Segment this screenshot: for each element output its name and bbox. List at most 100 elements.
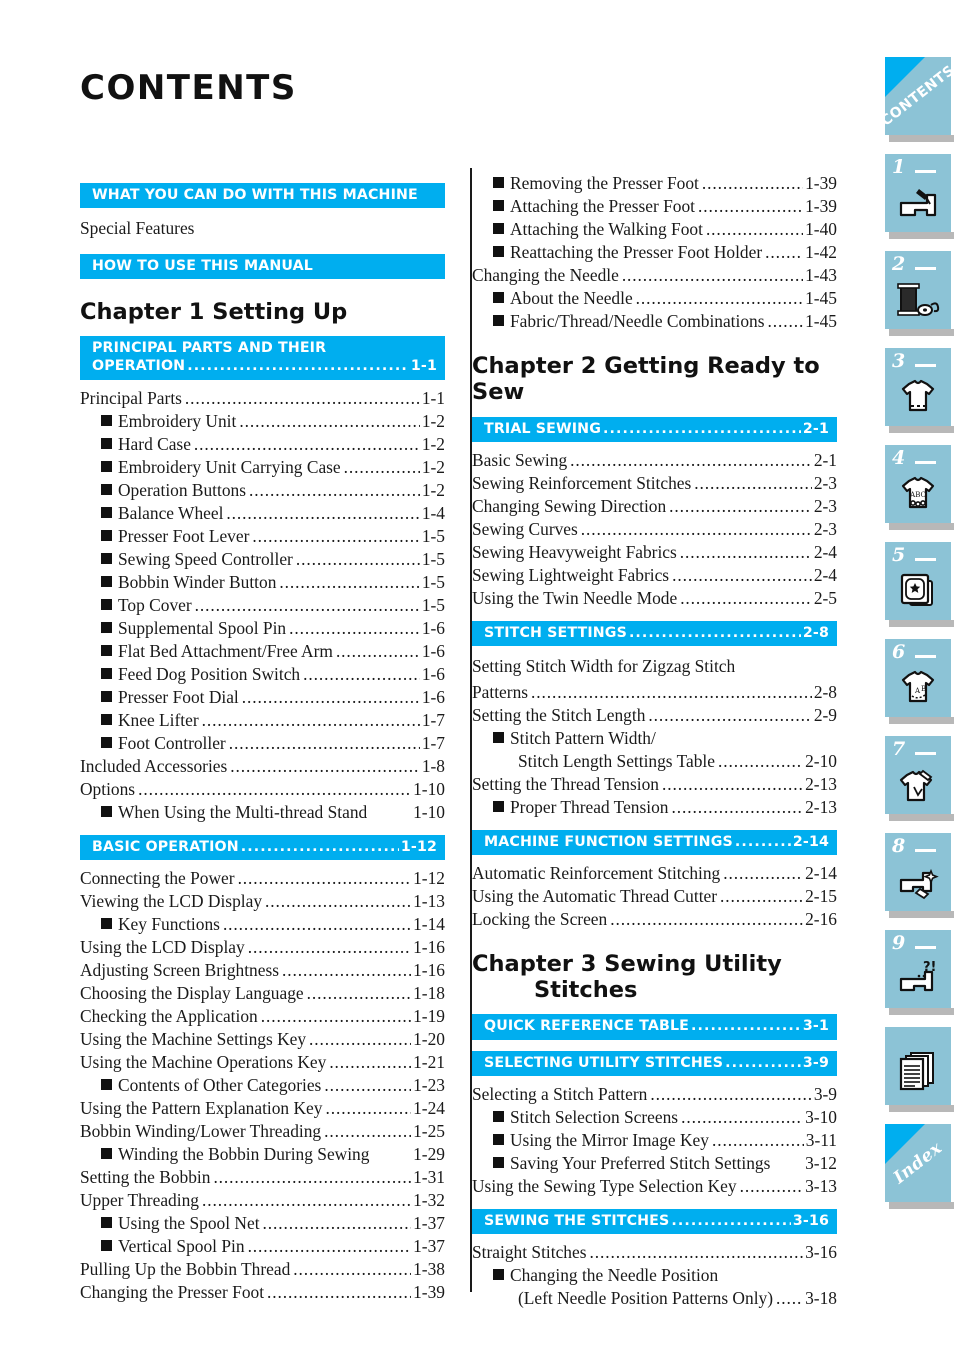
toc-entry-changing-sewing-direction[interactable]: Changing Sewing Direction...............… [472, 495, 837, 518]
square-bullet-icon [493, 1156, 504, 1168]
leader-dots: ........................................… [765, 242, 803, 263]
toc-entry-proper-thread-tension[interactable]: Proper Thread Tension...................… [472, 796, 837, 819]
toc-entry-included-accessories[interactable]: Included Accessories....................… [80, 755, 445, 778]
toc-entry-basic-sewing[interactable]: Basic Sewing............................… [472, 449, 837, 472]
tab-index[interactable]: Index [885, 1124, 954, 1209]
tab-pages-stack-icon[interactable] [885, 1027, 954, 1112]
toc-entry-bobbin-winding-lower-threading[interactable]: Bobbin Winding/Lower Threading..........… [80, 1120, 445, 1143]
toc-entry-using-the-machine-operations-key[interactable]: Using the Machine Operations Key........… [80, 1051, 445, 1074]
toc-entry-embroidery-unit[interactable]: Embroidery Unit.........................… [80, 410, 445, 433]
toc-entry-options[interactable]: Options.................................… [80, 778, 445, 801]
toc-entry-when-using-the-multi-thread-stand[interactable]: When Using the Multi-thread Stand 1-10 [80, 801, 445, 824]
tab-chapter-9[interactable]: 9 ?! [885, 930, 954, 1015]
toc-entry-stitch-selection-screens[interactable]: Stitch Selection Screens................… [472, 1106, 837, 1129]
tab-chapter-7[interactable]: 7 [885, 736, 954, 821]
toc-entry-top-cover[interactable]: Top Cover...............................… [80, 594, 445, 617]
toc-entry-using-the-spool-net[interactable]: Using the Spool Net.....................… [80, 1212, 445, 1235]
toc-entry-adjusting-screen-brightness[interactable]: Adjusting Screen Brightness.............… [80, 959, 445, 982]
square-bullet-icon [101, 598, 112, 610]
section-header-machine-function-settings[interactable]: MACHINE FUNCTION SETTINGS...............… [472, 829, 837, 855]
section-header-stitch-settings[interactable]: STITCH SETTINGS.........................… [472, 620, 837, 646]
section-header-quick-reference-table[interactable]: QUICK REFERENCE TABLE...................… [472, 1014, 837, 1040]
square-bullet-icon [101, 917, 112, 929]
toc-entry-sewing-speed-controller[interactable]: Sewing Speed Controller.................… [80, 548, 445, 571]
toc-entry-sewing-reinforcement-stitches[interactable]: Sewing Reinforcement Stitches...........… [472, 472, 837, 495]
toc-entry-attaching-the-presser-foot[interactable]: Attaching the Presser Foot..............… [472, 195, 837, 218]
toc-entry-key-functions[interactable]: Key Functions...........................… [80, 913, 445, 936]
toc-entry-feed-dog-position-switch[interactable]: Feed Dog Position Switch................… [80, 663, 445, 686]
toc-entry-stitch-pattern-width[interactable]: Stitch Pattern Width/ [472, 727, 837, 750]
tab-chapter-8[interactable]: 8 [885, 833, 954, 918]
tab-chapter-6[interactable]: 6 A B [885, 639, 954, 724]
toc-entry-attaching-the-walking-foot[interactable]: Attaching the Walking Foot..............… [472, 218, 837, 241]
toc-entry-label: Options [80, 778, 136, 799]
toc-entry-fabric-thread-needle-combinations[interactable]: Fabric/Thread/Needle Combinations.......… [472, 310, 837, 333]
toc-entry-about-the-needle[interactable]: About the Needle........................… [472, 287, 837, 310]
tab-chapter-1[interactable]: 1 [885, 154, 954, 239]
section-header-what-you-can-do-with-this-machine[interactable]: WHAT YOU CAN DO WITH THIS MACHINE [80, 183, 445, 209]
section-header-how-to-use-this-manual[interactable]: HOW TO USE THIS MANUAL [80, 253, 445, 279]
toc-entry-embroidery-unit-carrying-case[interactable]: Embroidery Unit Carrying Case...........… [80, 456, 445, 479]
toc-entry-changing-the-needle[interactable]: Changing the Needle.....................… [472, 264, 837, 287]
tab-chapter-5[interactable]: 5 [885, 542, 954, 627]
toc-entry-using-the-automatic-thread-cutter[interactable]: Using the Automatic Thread Cutter.......… [472, 885, 837, 908]
toc-entry-supplemental-spool-pin[interactable]: Supplemental Spool Pin..................… [80, 617, 445, 640]
leader-dots: ........................................… [531, 681, 812, 702]
toc-entry-principal-parts[interactable]: Principal Parts.........................… [80, 387, 445, 410]
square-bullet-icon [101, 529, 112, 541]
toc-entry-presser-foot-lever[interactable]: Presser Foot Lever......................… [80, 525, 445, 548]
section-header-selecting-utility-stitches[interactable]: SELECTING UTILITY STITCHES..............… [472, 1050, 837, 1076]
toc-entry-winding-the-bobbin-during-sewing[interactable]: Winding the Bobbin During Sewing 1-29 [80, 1143, 445, 1166]
toc-entry-pulling-up-the-bobbin-thread[interactable]: Pulling Up the Bobbin Thread............… [80, 1258, 445, 1281]
toc-entry-connecting-the-power[interactable]: Connecting the Power....................… [80, 867, 445, 890]
toc-entry-flat-bed-attachment-free-arm[interactable]: Flat Bed Attachment/Free Arm............… [80, 640, 445, 663]
tab-chapter-4[interactable]: 4 ABC [885, 445, 954, 530]
toc-entry-using-the-sewing-type-selection-key[interactable]: Using the Sewing Type Selection Key.....… [472, 1175, 837, 1198]
section-header-sewing-the-stitches[interactable]: SEWING THE STITCHES.....................… [472, 1208, 837, 1234]
toc-entry-locking-the-screen[interactable]: Locking the Screen......................… [472, 908, 837, 931]
toc-entry-foot-controller[interactable]: Foot Controller.........................… [80, 732, 445, 755]
tab-contents[interactable]: CONTENTS [878, 57, 954, 142]
toc-entry-straight-stitches[interactable]: Straight Stitches.......................… [472, 1241, 837, 1264]
toc-entry-setting-the-bobbin[interactable]: Setting the Bobbin......................… [80, 1166, 445, 1189]
toc-entry-setting-the-thread-tension[interactable]: Setting the Thread Tension..............… [472, 773, 837, 796]
toc-entry-changing-the-needle-position[interactable]: Changing the Needle Position [472, 1264, 837, 1287]
toc-entry-sewing-curves[interactable]: Sewing Curves...........................… [472, 518, 837, 541]
toc-entry-using-the-machine-settings-key[interactable]: Using the Machine Settings Key..........… [80, 1028, 445, 1051]
toc-entry-automatic-reinforcement-stitching[interactable]: Automatic Reinforcement Stitching.......… [472, 862, 837, 885]
toc-entry-hard-case[interactable]: Hard Case...............................… [80, 433, 445, 456]
toc-entry-setting-the-stitch-length[interactable]: Setting the Stitch Length...............… [472, 704, 837, 727]
toc-entry-contents-of-other-categories[interactable]: Contents of Other Categories............… [80, 1074, 445, 1097]
toc-entry-left-needle-position-patterns-only[interactable]: (Left Needle Position Patterns Only)....… [472, 1287, 837, 1310]
toc-entry-removing-the-presser-foot[interactable]: Removing the Presser Foot...............… [472, 172, 837, 195]
toc-entry-operation-buttons[interactable]: Operation Buttons.......................… [80, 479, 445, 502]
toc-entry-stitch-length-settings-table[interactable]: Stitch Length Settings Table............… [472, 750, 837, 773]
section-header-basic-operation[interactable]: BASIC OPERATION.........................… [80, 834, 445, 860]
toc-entry-vertical-spool-pin[interactable]: Vertical Spool Pin......................… [80, 1235, 445, 1258]
tab-chapter-3[interactable]: 3 [885, 348, 954, 433]
toc-entry-selecting-a-stitch-pattern[interactable]: Selecting a Stitch Pattern..............… [472, 1083, 837, 1106]
toc-entry-page-number: 1-25 [413, 1120, 445, 1141]
toc-entry-balance-wheel[interactable]: Balance Wheel...........................… [80, 502, 445, 525]
tab-number: 9 [892, 932, 906, 954]
toc-entry-using-the-lcd-display[interactable]: Using the LCD Display...................… [80, 936, 445, 959]
toc-entry-knee-lifter[interactable]: Knee Lifter.............................… [80, 709, 445, 732]
toc-entry-changing-the-presser-foot[interactable]: Changing the Presser Foot...............… [80, 1281, 445, 1304]
toc-entry-patterns[interactable]: Patterns................................… [472, 681, 837, 704]
section-header-principal-parts-and-their[interactable]: PRINCIPAL PARTS AND THEIR OPERATION......… [80, 336, 445, 380]
toc-entry-sewing-heavyweight-fabrics[interactable]: Sewing Heavyweight Fabrics..............… [472, 541, 837, 564]
toc-entry-reattaching-the-presser-foot-holder[interactable]: Reattaching the Presser Foot Holder.....… [472, 241, 837, 264]
toc-entry-upper-threading[interactable]: Upper Threading.........................… [80, 1189, 445, 1212]
toc-entry-choosing-the-display-language[interactable]: Choosing the Display Language...........… [80, 982, 445, 1005]
toc-entry-viewing-the-lcd-display[interactable]: Viewing the LCD Display.................… [80, 890, 445, 913]
toc-entry-saving-your-preferred-stitch-settings[interactable]: Saving Your Preferred Stitch Settings 3-1… [472, 1152, 837, 1175]
toc-entry-sewing-lightweight-fabrics[interactable]: Sewing Lightweight Fabrics..............… [472, 564, 837, 587]
toc-entry-using-the-pattern-explanation-key[interactable]: Using the Pattern Explanation Key.......… [80, 1097, 445, 1120]
toc-entry-presser-foot-dial[interactable]: Presser Foot Dial.......................… [80, 686, 445, 709]
section-header-trial-sewing[interactable]: TRIAL SEWING............................… [472, 416, 837, 442]
tab-chapter-2[interactable]: 2 [885, 251, 954, 336]
toc-entry-using-the-mirror-image-key[interactable]: Using the Mirror Image Key..............… [472, 1129, 837, 1152]
toc-entry-bobbin-winder-button[interactable]: Bobbin Winder Button....................… [80, 571, 445, 594]
toc-entry-checking-the-application[interactable]: Checking the Application................… [80, 1005, 445, 1028]
toc-entry-using-the-twin-needle-mode[interactable]: Using the Twin Needle Mode..............… [472, 587, 837, 610]
